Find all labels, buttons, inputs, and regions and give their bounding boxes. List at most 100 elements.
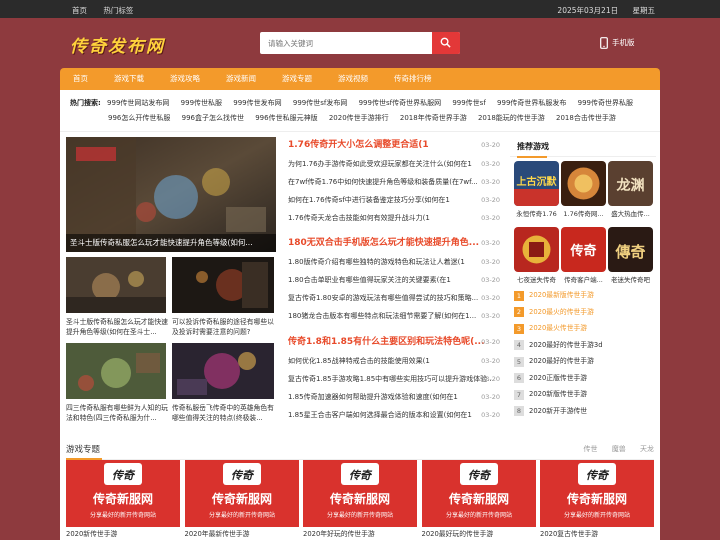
hot-search-link[interactable]: 2018能玩的传世手游 [478, 114, 545, 122]
news-headline[interactable]: 传奇1.8和1.85有什么主要区别和玩法特色呢(... [288, 337, 485, 347]
hot-search-link[interactable]: 999传世私服 [181, 99, 222, 107]
topic-card-title[interactable]: 2020新传世手游 [66, 527, 180, 540]
game-name[interactable]: 1.76传奇网... [561, 208, 606, 218]
topbar-link-hot-tags[interactable]: 热门标签 [103, 6, 133, 15]
list-item[interactable]: 1 2020最新版传世手游 [510, 287, 656, 304]
news-title[interactable]: 1.80合击单职业有哪些值得玩家关注的关键要素(在1 [288, 276, 451, 284]
news-title[interactable]: 180猪龙合击版本有哪些特点和玩法细节需要了解(如何在1... [288, 312, 476, 320]
game-name[interactable]: 永恒传奇1.76 [514, 208, 559, 218]
news-title[interactable]: 为何1.76办手游传奇如此受欢迎玩家都在关注什么(如何在1 [288, 160, 472, 168]
list-item[interactable]: 7 2020新版传世手游 [510, 386, 656, 403]
list-item[interactable]: 5 2020最好的传世手游 [510, 353, 656, 370]
search-button[interactable] [432, 32, 460, 54]
rank-title[interactable]: 2020最好的传世手游3d [529, 341, 603, 349]
featured-slider[interactable]: 圣斗士版传奇私服怎么玩才能快速提升角色等级(如何... [66, 137, 276, 252]
game-tile[interactable]: 1.76传奇网... [561, 161, 606, 218]
hot-search-link[interactable]: 996传世私服元神版 [255, 114, 317, 122]
thumbnail-caption[interactable]: 四三传奇私服有哪些鲜为人知的玩法和特色(四三传奇私服为什... [66, 403, 168, 423]
news-title[interactable]: 复古传奇1.85手游攻略1.85中有哪些实用技巧可以提升游戏体验... [288, 375, 494, 383]
rank-title[interactable]: 2020最火的传世手游 [529, 308, 594, 316]
news-headline[interactable]: 180无双合击手机版怎么玩才能快速提升角色... [288, 238, 479, 248]
hot-search-link[interactable]: 996怎么开传世私服 [108, 114, 170, 122]
hot-search-link[interactable]: 996盒子怎么找传世 [182, 114, 244, 122]
list-item[interactable]: 8 2020新开手游传世 [510, 403, 656, 420]
thumbnail-image[interactable] [172, 343, 274, 399]
nav-game-topics[interactable]: 游戏专题 [269, 68, 325, 90]
rank-title[interactable]: 2020新开手游传世 [529, 407, 587, 415]
news-title[interactable]: 1.85星王合击客户端如何选择最合适的版本和设置(如何在1 [288, 411, 472, 419]
game-name[interactable]: 传奇客户端... [561, 274, 606, 284]
news-title[interactable]: 复古传奇1.80安卓的游戏玩法有哪些值得尝试的技巧和策略... [288, 294, 478, 302]
list-item[interactable]: 在7wf传奇1.76中如何快速提升角色等级和装备质量(在7wf... 03-20 [288, 173, 500, 191]
game-tile[interactable]: 上古沉默 永恒传奇1.76 [514, 161, 559, 218]
hot-search-link[interactable]: 999传世发布网 [233, 99, 281, 107]
rank-title[interactable]: 2020新版传世手游 [529, 390, 587, 398]
hot-search-link[interactable]: 2020传世手游排行 [329, 114, 389, 122]
topic-tag[interactable]: 魔兽 [612, 445, 626, 453]
list-item[interactable]: 3 2020最火传世手游 [510, 320, 656, 337]
list-item[interactable]: 复古传奇1.80安卓的游戏玩法有哪些值得尝试的技巧和策略... 03-20 [288, 289, 500, 307]
list-item[interactable]: 1.80版传奇介绍有哪些独特的游戏特色和玩法让人着迷(1 03-20 [288, 253, 500, 271]
nav-game-guides[interactable]: 游戏攻略 [157, 68, 213, 90]
topic-card-title[interactable]: 2020复古传世手游 [540, 527, 654, 540]
hot-search-link[interactable]: 2018年传奇世界手游 [400, 114, 467, 122]
game-name[interactable]: 盛大热血传... [608, 208, 653, 218]
list-item[interactable]: 2 2020最火的传世手游 [510, 304, 656, 321]
hot-search-link[interactable]: 2018合击传世手游 [556, 114, 616, 122]
game-tile[interactable]: 傳奇 老迷失传奇吧 [608, 227, 653, 284]
list-item[interactable]: 6 2020正版传世手游 [510, 370, 656, 387]
hot-search-link[interactable]: 999传世sf [452, 99, 485, 107]
news-title[interactable]: 1.76传奇天龙合击技能如何有效提升战斗力(1 [288, 214, 430, 222]
list-item[interactable]: 复古传奇1.85手游攻略1.85中有哪些实用技巧可以提升游戏体验... 03-20 [288, 370, 500, 388]
news-title[interactable]: 在7wf传奇1.76中如何快速提升角色等级和装备质量(在7wf... [288, 178, 478, 186]
topic-card[interactable]: 传奇 传奇新服网 分享最好的新开传奇网站 2020最好玩的传世手游 [421, 460, 536, 540]
game-tile[interactable]: 传奇 传奇客户端... [561, 227, 606, 284]
list-item[interactable]: 1.85星王合击客户端如何选择最合适的版本和设置(如何在1 03-20 [288, 406, 500, 424]
list-item[interactable]: 1.85传奇加速器如何帮助提升游戏体验和速度(如何在1 03-20 [288, 388, 500, 406]
news-title[interactable]: 1.85传奇加速器如何帮助提升游戏体验和速度(如何在1 [288, 393, 458, 401]
rank-title[interactable]: 2020最新版传世手游 [529, 291, 594, 299]
topic-card[interactable]: 传奇 传奇新服网 分享最好的新开传奇网站 2020新传世手游 [66, 460, 180, 540]
list-item[interactable]: 如何优化1.85战神特戒合击的技能使用效果(1 03-20 [288, 352, 500, 370]
nav-game-videos[interactable]: 游戏视频 [325, 68, 381, 90]
game-name[interactable]: 七夜迷失传奇 [514, 274, 559, 284]
list-item[interactable]: 180猪龙合击版本有哪些特点和玩法细节需要了解(如何在1... 03-20 [288, 307, 500, 325]
nav-game-download[interactable]: 游戏下载 [101, 68, 157, 90]
topic-tag[interactable]: 天龙 [640, 445, 654, 453]
list-item[interactable]: 4 2020最好的传世手游3d [510, 337, 656, 354]
rank-title[interactable]: 2020最好的传世手游 [529, 357, 594, 365]
thumbnail-image[interactable] [66, 257, 166, 313]
rank-title[interactable]: 2020最火传世手游 [529, 324, 587, 332]
site-logo[interactable]: 传奇发布网 [70, 32, 165, 57]
list-item[interactable]: 1.76传奇天龙合击技能如何有效提升战斗力(1 03-20 [288, 209, 500, 227]
hot-search-link[interactable]: 999传世网站发布网 [107, 99, 169, 107]
game-tile[interactable]: 龙渊 盛大热血传... [608, 161, 653, 218]
news-title[interactable]: 如何优化1.85战神特戒合击的技能使用效果(1 [288, 357, 430, 365]
game-name[interactable]: 老迷失传奇吧 [608, 274, 653, 284]
list-item[interactable]: 为何1.76办手游传奇如此受欢迎玩家都在关注什么(如何在1 03-20 [288, 155, 500, 173]
list-item[interactable]: 1.80合击单职业有哪些值得玩家关注的关键要素(在1 03-20 [288, 271, 500, 289]
topbar-link-home[interactable]: 首页 [72, 6, 87, 15]
topic-card-title[interactable]: 2020年好玩的传世手游 [303, 527, 417, 540]
game-tile[interactable]: 七夜迷失传奇 [514, 227, 559, 284]
thumbnail-caption[interactable]: 圣斗士版传奇私服怎么玩才能快速提升角色等级(如何在圣斗士... [66, 317, 168, 337]
rank-title[interactable]: 2020正版传世手游 [529, 374, 587, 382]
news-headline[interactable]: 1.76传奇开大小怎么调整更合适(1 [288, 140, 429, 150]
nav-home[interactable]: 首页 [60, 68, 101, 90]
topic-card[interactable]: 传奇 传奇新服网 分享最好的新开传奇网站 2020年好玩的传世手游 [303, 460, 417, 540]
mobile-version-link[interactable]: 手机版 [600, 37, 635, 49]
thumbnail-image[interactable] [172, 257, 274, 313]
thumbnail-caption[interactable]: 可以投诉传奇私服的途径有哪些以及投诉时需要注意的问题? [172, 317, 274, 337]
news-title[interactable]: 如何在1.76传奇sf中进行装备鉴定技巧分享(如何在1 [288, 196, 450, 204]
topic-tag[interactable]: 传世 [584, 445, 598, 453]
topic-card[interactable]: 传奇 传奇新服网 分享最好的新开传奇网站 2020年最新传世手游 [184, 460, 299, 540]
slider-caption[interactable]: 圣斗士版传奇私服怎么玩才能快速提升角色等级(如何... [66, 234, 276, 252]
hot-search-link[interactable]: 999传世sf发布网 [293, 99, 347, 107]
nav-game-news[interactable]: 游戏新闻 [213, 68, 269, 90]
topic-card[interactable]: 传奇 传奇新服网 分享最好的新开传奇网站 2020复古传世手游 [540, 460, 654, 540]
hot-search-link[interactable]: 999传世sf传奇世界私服网 [359, 99, 441, 107]
news-title[interactable]: 1.80版传奇介绍有哪些独特的游戏特色和玩法让人着迷(1 [288, 258, 465, 266]
hot-search-link[interactable]: 999传奇世界私服 [578, 99, 633, 107]
topic-card-title[interactable]: 2020年最新传世手游 [185, 527, 299, 540]
nav-ranking[interactable]: 传奇排行榜 [381, 68, 445, 90]
